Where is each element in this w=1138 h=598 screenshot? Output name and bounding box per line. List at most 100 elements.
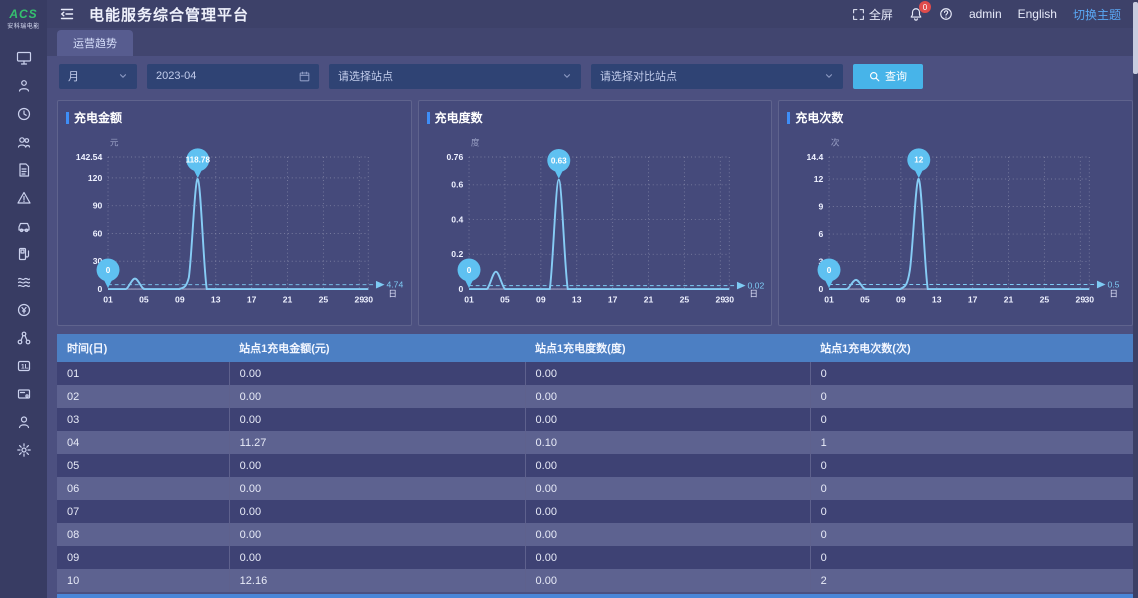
- svg-text:01: 01: [825, 294, 835, 304]
- sidebar-item-vehicle[interactable]: [0, 212, 47, 240]
- table-cell: 0.00: [525, 362, 810, 385]
- table-cell: 0.00: [525, 385, 810, 408]
- alert-icon: [16, 190, 32, 206]
- sidebar-item-settings[interactable]: [0, 436, 47, 464]
- workflow-icon: [16, 274, 32, 290]
- sidebar-item-users[interactable]: [0, 128, 47, 156]
- help-button[interactable]: [939, 7, 953, 21]
- svg-text:13: 13: [572, 294, 582, 304]
- sidebar-item-device[interactable]: [0, 380, 47, 408]
- svg-text:05: 05: [139, 294, 149, 304]
- table-row: 090.000.000: [57, 546, 1133, 569]
- sidebar-menu: 1L: [0, 44, 47, 464]
- table-cell: 2: [810, 569, 1133, 592]
- station-select[interactable]: 请选择站点: [329, 64, 581, 89]
- table-cell: 05: [57, 454, 229, 477]
- sidebar-item-report[interactable]: [0, 156, 47, 184]
- app-logo[interactable]: ACS 安科瑞电能: [0, 0, 47, 34]
- table-cell: 0: [810, 362, 1133, 385]
- svg-text:90: 90: [93, 201, 103, 211]
- user-icon: [16, 414, 32, 430]
- table-cell: 0: [810, 500, 1133, 523]
- table-cell: 0.00: [229, 477, 525, 500]
- svg-text:25: 25: [1040, 294, 1050, 304]
- svg-text:09: 09: [175, 294, 185, 304]
- table-cell: 01: [57, 362, 229, 385]
- svg-text:30: 30: [1085, 294, 1095, 304]
- search-icon: [869, 71, 880, 82]
- svg-text:日: 日: [388, 289, 397, 299]
- table-cell: 0.00: [229, 454, 525, 477]
- calendar-icon: [299, 71, 310, 82]
- chart-title: 充电度数: [435, 109, 483, 126]
- svg-text:12: 12: [915, 156, 925, 165]
- table-cell: 0.00: [525, 477, 810, 500]
- svg-text:6: 6: [819, 229, 824, 239]
- notification-badge: 0: [919, 1, 931, 13]
- vertical-scrollbar[interactable]: [1133, 0, 1138, 598]
- svg-text:142.54: 142.54: [76, 152, 103, 162]
- page-title: 电能服务综合管理平台: [89, 4, 249, 25]
- fullscreen-label: 全屏: [869, 6, 893, 23]
- sidebar-item-account[interactable]: [0, 408, 47, 436]
- notifications-button[interactable]: 0: [909, 7, 923, 21]
- language-switch[interactable]: English: [1018, 7, 1057, 21]
- sidebar-item-alarm[interactable]: [0, 184, 47, 212]
- logo-text: ACS: [9, 8, 37, 20]
- svg-text:0.5: 0.5: [1108, 279, 1120, 289]
- table-cell: 0.00: [525, 408, 810, 431]
- scrollbar-thumb[interactable]: [1133, 2, 1138, 74]
- table-row: 060.000.000: [57, 477, 1133, 500]
- clock-icon: [16, 106, 32, 122]
- sidebar-item-topology[interactable]: [0, 324, 47, 352]
- date-picker[interactable]: 2023-04: [147, 64, 319, 89]
- svg-text:01: 01: [464, 294, 474, 304]
- horizontal-scrollbar[interactable]: [57, 594, 1133, 598]
- query-button[interactable]: 查询: [853, 64, 923, 89]
- sidebar-item-charging-pile[interactable]: [0, 240, 47, 268]
- sidebar-item-time[interactable]: [0, 100, 47, 128]
- topology-icon: [16, 330, 32, 346]
- tab-operation-trend[interactable]: 运营趋势: [57, 30, 133, 56]
- table-cell: 11.27: [229, 431, 525, 454]
- compare-station-select[interactable]: 请选择对比站点: [591, 64, 843, 89]
- svg-text:60: 60: [93, 228, 103, 238]
- table-header-cell: 时间(日): [57, 334, 229, 362]
- sidebar-item-meter[interactable]: 1L: [0, 352, 47, 380]
- sidebar-item-operator[interactable]: [0, 72, 47, 100]
- svg-text:30: 30: [364, 294, 374, 304]
- table-cell: 10: [57, 569, 229, 592]
- device-icon: [16, 386, 32, 402]
- title-accent-bar: [66, 112, 69, 124]
- svg-text:次: 次: [831, 137, 840, 148]
- operator-icon: [16, 78, 32, 94]
- sidebar-item-monitor[interactable]: [0, 44, 47, 72]
- menu-fold-icon[interactable]: [59, 6, 75, 22]
- fullscreen-button[interactable]: 全屏: [852, 6, 893, 23]
- svg-text:120: 120: [88, 173, 103, 183]
- sidebar-item-operation[interactable]: [0, 268, 47, 296]
- meter-icon-label: 1L: [21, 364, 29, 371]
- period-select[interactable]: 月: [59, 64, 137, 89]
- header-actions: 全屏 0 admin English 切换主题: [852, 6, 1121, 23]
- chevron-down-icon: [824, 71, 834, 81]
- table-cell: 0: [810, 454, 1133, 477]
- table-row: 050.000.000: [57, 454, 1133, 477]
- username[interactable]: admin: [969, 7, 1002, 21]
- compare-station-placeholder: 请选择对比站点: [600, 68, 677, 84]
- theme-toggle-link[interactable]: 切换主题: [1073, 6, 1121, 23]
- svg-text:0.4: 0.4: [451, 214, 463, 224]
- fullscreen-icon: [852, 8, 865, 21]
- svg-text:05: 05: [500, 294, 510, 304]
- svg-text:0.02: 0.02: [747, 280, 764, 290]
- chart-panel-charging-count: 充电次数 03691214.4010509131721252930次日0.501…: [778, 100, 1133, 326]
- svg-text:17: 17: [968, 294, 978, 304]
- table-cell: 0: [810, 477, 1133, 500]
- table-cell: 0: [810, 408, 1133, 431]
- svg-text:13: 13: [211, 294, 221, 304]
- svg-text:21: 21: [283, 294, 293, 304]
- sidebar-item-finance[interactable]: [0, 296, 47, 324]
- table-row: 030.000.000: [57, 408, 1133, 431]
- monitor-icon: [16, 50, 32, 66]
- chart-title: 充电金额: [74, 109, 122, 126]
